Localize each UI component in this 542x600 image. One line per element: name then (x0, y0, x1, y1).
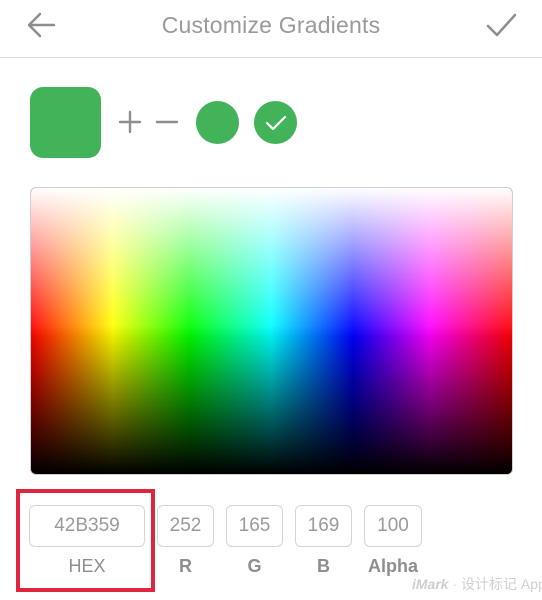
hex-input[interactable]: 42B359 (29, 505, 145, 547)
green-input[interactable]: 165 (226, 505, 283, 547)
color-stop-2-selected[interactable] (254, 101, 297, 144)
plus-icon (118, 110, 142, 134)
blue-label: B (317, 556, 330, 576)
watermark-brand: iMark (412, 576, 449, 592)
remove-color-stop-button[interactable] (155, 110, 179, 134)
checkmark-icon (486, 13, 517, 37)
alpha-input[interactable]: 100 (364, 505, 422, 547)
watermark-suffix: · 设计标记 App (452, 576, 542, 592)
top-bar: Customize Gradients (0, 0, 542, 58)
blue-input[interactable]: 169 (295, 505, 352, 547)
add-color-stop-button[interactable] (118, 110, 142, 134)
selected-check-icon (265, 115, 287, 131)
watermark: iMark · 设计标记 App (412, 574, 542, 594)
hex-label: HEX (68, 556, 106, 576)
done-button[interactable] (484, 10, 518, 40)
color-spectrum-picker[interactable] (30, 187, 513, 475)
color-stop-1[interactable] (196, 101, 239, 144)
green-label: G (247, 556, 262, 576)
minus-icon (155, 120, 179, 124)
red-label: R (179, 556, 192, 576)
spectrum-dark-layer (31, 188, 512, 474)
red-input[interactable]: 252 (157, 505, 214, 547)
page-title: Customize Gradients (161, 12, 381, 38)
gradient-preview-swatch[interactable] (30, 87, 101, 158)
